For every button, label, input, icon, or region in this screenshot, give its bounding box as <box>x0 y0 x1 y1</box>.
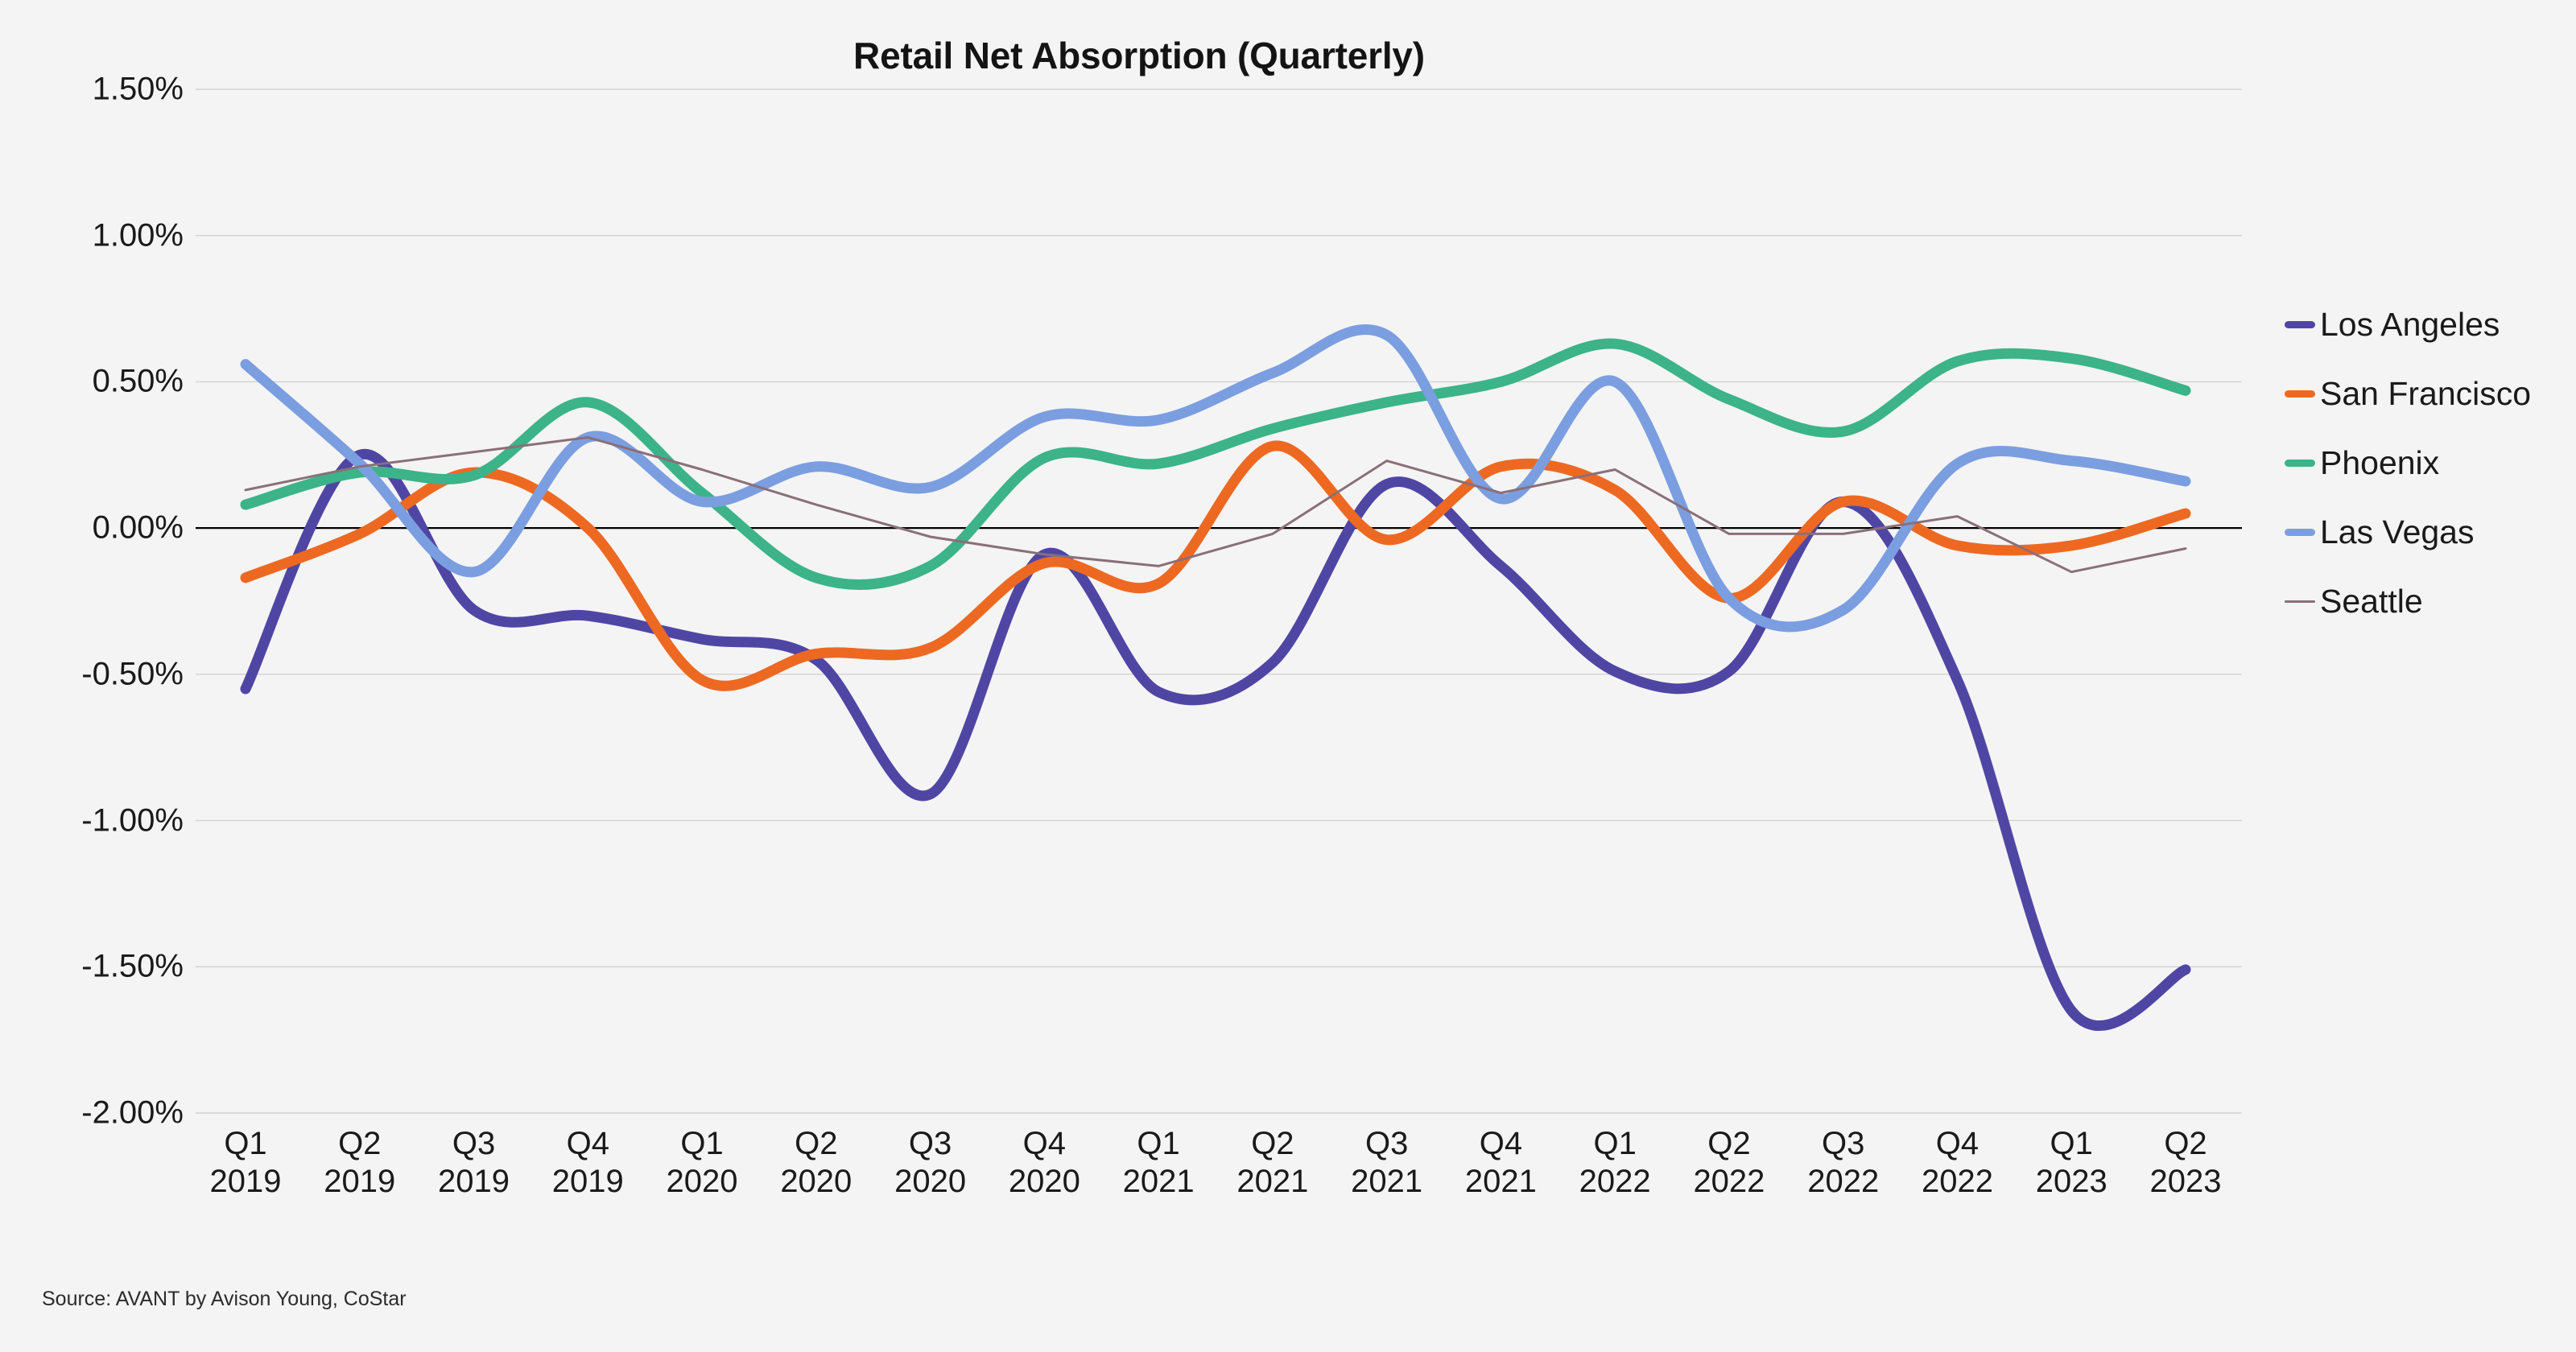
source-note: Source: AVANT by Avison Young, CoStar <box>42 1288 407 1310</box>
legend-item-label: San Francisco <box>2320 374 2532 412</box>
x-tick-quarter: Q2 <box>2164 1126 2207 1161</box>
y-tick-label: -1.00% <box>81 802 184 839</box>
y-tick-label: 0.50% <box>92 363 184 399</box>
legend-item-label: Seattle <box>2320 582 2423 620</box>
legend-item-los-angeles[interactable]: Los Angeles <box>2285 290 2566 359</box>
legend-item-san-francisco[interactable]: San Francisco <box>2285 359 2566 428</box>
legend-item-las-vegas[interactable]: Las Vegas <box>2285 497 2566 567</box>
y-tick-label: 1.50% <box>92 71 184 107</box>
legend-item-label: Los Angeles <box>2320 305 2500 343</box>
y-tick-label: 1.00% <box>92 217 184 254</box>
chart-container: Retail Net Absorption (Quarterly) 1.50% 1… <box>0 0 2576 1352</box>
series-line-las-vegas <box>240 324 2191 633</box>
legend-swatch-icon <box>2285 459 2315 467</box>
legend-swatch-icon <box>2285 600 2315 603</box>
y-tick-label: -1.50% <box>81 948 184 984</box>
legend-item-phoenix[interactable]: Phoenix <box>2285 428 2566 497</box>
y-tick-label: 0.00% <box>92 509 184 546</box>
y-tick-label: -2.00% <box>81 1094 184 1131</box>
y-axis: 1.50% 1.00% 0.50% 0.00% -0.50% -1.00% -1.50% -2… <box>0 0 184 1352</box>
x-tick-year: 2023 <box>2149 1164 2222 1200</box>
legend-swatch-icon <box>2285 320 2315 328</box>
series-lines <box>240 324 2191 1031</box>
gridlines <box>196 89 2242 1114</box>
y-tick-label: -0.50% <box>81 656 184 692</box>
legend-swatch-icon <box>2285 390 2315 398</box>
legend-item-label: Phoenix <box>2320 443 2440 481</box>
chart-title: Retail Net Absorption (Quarterly) <box>853 35 1425 76</box>
legend: Los Angeles San Francisco Phoenix Las Vegas… <box>2285 290 2566 636</box>
legend-swatch-icon <box>2285 528 2315 536</box>
legend-item-seattle[interactable]: Seattle <box>2285 567 2566 636</box>
legend-item-label: Las Vegas <box>2320 513 2475 550</box>
x-tick-label: Q2 2023 <box>2113 1125 2258 1201</box>
series-line-san-francisco <box>240 440 2191 691</box>
